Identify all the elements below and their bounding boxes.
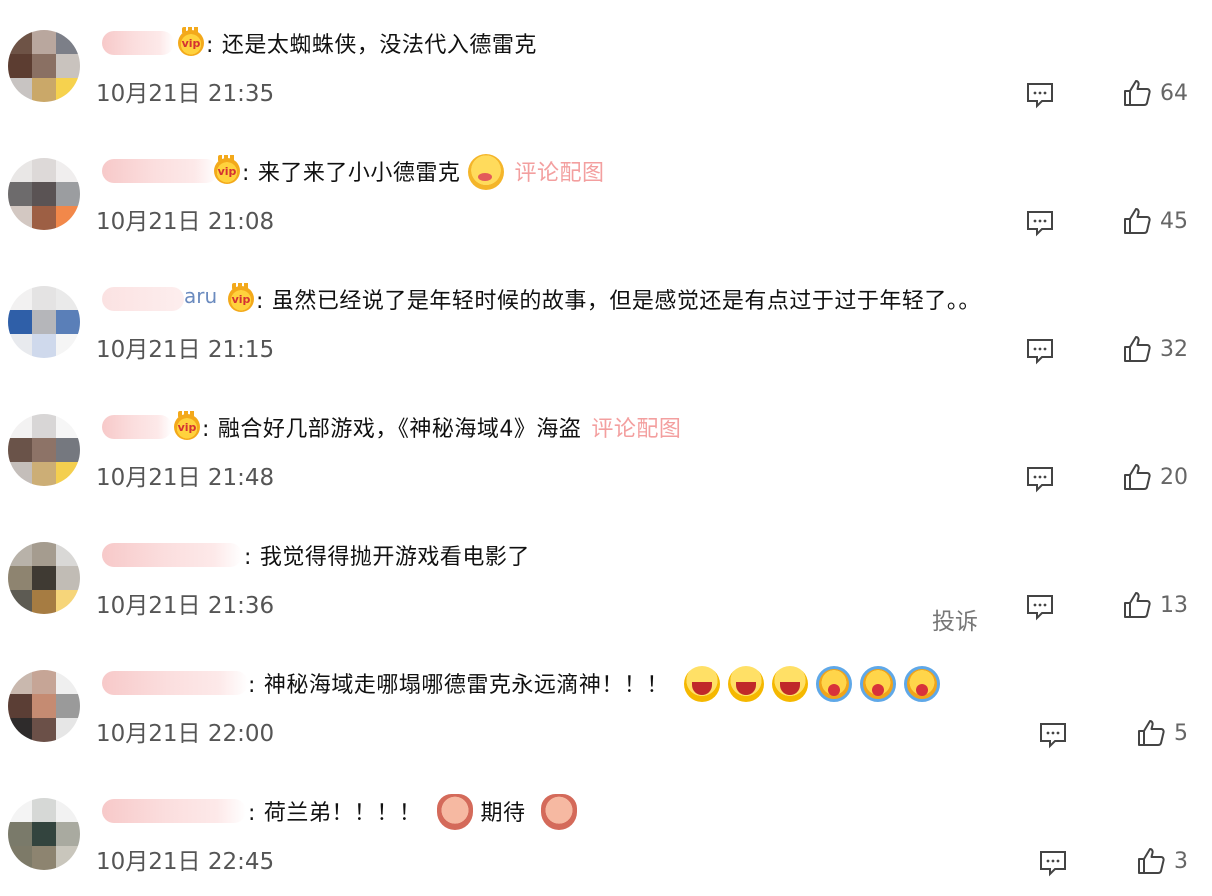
comment-bubble-icon[interactable] xyxy=(1025,336,1055,366)
comment-text: 融合好几部游戏，《神秘海域4》海盗 xyxy=(217,417,582,442)
comment-bubble-icon[interactable] xyxy=(1025,464,1055,494)
avatar[interactable] xyxy=(8,286,80,358)
comment-time: 10月21日 21:48 xyxy=(96,465,275,491)
username-blurred[interactable] xyxy=(102,287,184,311)
doge-emoji-icon xyxy=(436,794,473,830)
username-blurred[interactable] xyxy=(102,31,174,55)
like-count: 3 xyxy=(1174,848,1188,874)
comment-item: : 荷兰弟！！！！ 期待 10月21日 22:45 3 xyxy=(0,768,1212,896)
comment-text: 神秘海域走哪塌哪德雷克永远滴神！！！ xyxy=(263,673,669,698)
like-button[interactable]: 3 xyxy=(1136,846,1188,876)
comment-item: : 神秘海域走哪塌哪德雷克永远滴神！！！ 10月21日 22:00 5 xyxy=(0,640,1212,768)
laughing-emoji-icon xyxy=(728,666,765,702)
comment-text-line: : 虽然已经说了是年轻时候的故事，但是感觉还是有点过于过于年轻了。。 xyxy=(256,289,981,314)
avatar[interactable] xyxy=(8,30,80,102)
thumbs-up-icon xyxy=(1138,848,1165,874)
like-button[interactable]: 13 xyxy=(1122,590,1188,620)
crying-emoji-icon xyxy=(904,666,941,702)
comment-time: 10月21日 21:35 xyxy=(96,81,275,107)
avatar[interactable] xyxy=(8,158,80,230)
vip-crown-icon: vip xyxy=(178,27,204,56)
like-button[interactable]: 32 xyxy=(1122,334,1188,364)
laughing-emoji-icon xyxy=(772,666,809,702)
avatar[interactable] xyxy=(8,798,80,870)
comment-text-line: : 神秘海域走哪塌哪德雷克永远滴神！！！ xyxy=(248,666,941,704)
username-blurred[interactable] xyxy=(102,799,246,823)
comment-text: 来了来了小小德雷克 xyxy=(257,161,461,186)
avatar[interactable] xyxy=(8,670,80,742)
laughing-emoji-icon xyxy=(684,666,721,702)
report-button[interactable]: 投诉 xyxy=(932,602,978,636)
crying-emoji-icon xyxy=(816,666,853,702)
like-count: 45 xyxy=(1160,208,1188,234)
username-blurred[interactable] xyxy=(102,543,242,567)
comment-bubble-icon[interactable] xyxy=(1025,208,1055,238)
thumbs-up-icon xyxy=(1138,720,1165,746)
comment-text-line: : 荷兰弟！！！！ 期待 xyxy=(248,794,577,832)
crying-emoji-icon xyxy=(860,666,897,702)
thumbs-up-icon xyxy=(1124,208,1151,234)
vip-crown-icon: vip xyxy=(228,283,254,312)
comment-bubble-icon[interactable] xyxy=(1038,720,1068,750)
like-count: 32 xyxy=(1160,336,1188,362)
avatar[interactable] xyxy=(8,414,80,486)
thumbs-up-icon xyxy=(1124,336,1151,362)
comment-bubble-icon[interactable] xyxy=(1038,848,1068,878)
like-button[interactable]: 64 xyxy=(1122,78,1188,108)
like-button[interactable]: 20 xyxy=(1122,462,1188,492)
comment-time: 10月21日 21:15 xyxy=(96,337,275,363)
username-blurred[interactable] xyxy=(102,415,172,439)
avatar[interactable] xyxy=(8,542,80,614)
username-suffix[interactable]: aru xyxy=(184,284,217,308)
like-count: 20 xyxy=(1160,464,1188,490)
like-button[interactable]: 5 xyxy=(1136,718,1188,748)
thumbs-up-icon xyxy=(1124,80,1151,106)
comment-image-link[interactable]: 评论配图 xyxy=(514,161,604,186)
username-blurred[interactable] xyxy=(102,159,218,183)
comment-item: vip : 还是太蜘蛛侠，没法代入德雷克 10月21日 21:35 64 xyxy=(0,0,1212,128)
comment-text-line: : 来了来了小小德雷克 评论配图 xyxy=(242,154,604,192)
like-button[interactable]: 45 xyxy=(1122,206,1188,236)
comment-time: 10月21日 22:00 xyxy=(96,721,275,747)
comment-item: aru vip : 虽然已经说了是年轻时候的故事，但是感觉还是有点过于过于年轻了。… xyxy=(0,256,1212,384)
comment-text: 荷兰弟！！！！ xyxy=(263,801,422,826)
comment-bubble-icon[interactable] xyxy=(1025,592,1055,622)
username-blurred[interactable] xyxy=(102,671,248,695)
thumbs-up-icon xyxy=(1124,464,1151,490)
doge-emoji-icon xyxy=(540,794,577,830)
vip-crown-icon: vip xyxy=(174,411,200,440)
like-count: 13 xyxy=(1160,592,1188,618)
comment-text: 虽然已经说了是年轻时候的故事，但是感觉还是有点过于过于年轻了。。 xyxy=(271,289,981,314)
comment-bubble-icon[interactable] xyxy=(1025,80,1055,110)
comment-text-extra: 期待 xyxy=(480,801,526,826)
comment-item: vip : 融合好几部游戏，《神秘海域4》海盗 评论配图 10月21日 21:48 … xyxy=(0,384,1212,512)
comment-text: 我觉得得抛开游戏看电影了 xyxy=(259,545,530,570)
blush-emoji-icon xyxy=(468,154,505,190)
comment-time: 10月21日 22:45 xyxy=(96,849,275,875)
comment-text: 还是太蜘蛛侠，没法代入德雷克 xyxy=(221,33,537,58)
vip-crown-icon: vip xyxy=(214,155,240,184)
comment-item: : 我觉得得抛开游戏看电影了 10月21日 21:36 投诉 13 xyxy=(0,512,1212,640)
comment-text-line: : 我觉得得抛开游戏看电影了 xyxy=(244,545,530,570)
like-count: 5 xyxy=(1174,720,1188,746)
thumbs-up-icon xyxy=(1124,592,1151,618)
comment-item: vip : 来了来了小小德雷克 评论配图 10月21日 21:08 45 xyxy=(0,128,1212,256)
comment-text-line: : 融合好几部游戏，《神秘海域4》海盗 评论配图 xyxy=(202,417,682,442)
comment-time: 10月21日 21:08 xyxy=(96,209,275,235)
comment-text-line: : 还是太蜘蛛侠，没法代入德雷克 xyxy=(206,33,537,58)
comment-time: 10月21日 21:36 xyxy=(96,593,275,619)
like-count: 64 xyxy=(1160,80,1188,106)
comment-image-link[interactable]: 评论配图 xyxy=(591,417,681,442)
